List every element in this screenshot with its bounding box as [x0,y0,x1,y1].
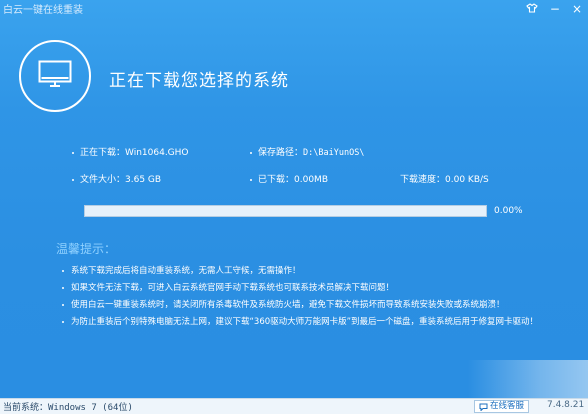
save-path-label: 保存路径： [258,148,304,158]
header: 正在下载您选择的系统 [0,18,588,112]
online-service-label: 在线客服 [490,401,525,411]
bullet-dot [62,320,64,323]
page-title: 正在下载您选择的系统 [109,71,289,91]
title-bar[interactable]: 白云一键在线重装 − × [0,0,588,18]
installer-window: 白云一键在线重装 − × 正在下载您选择的系统 正在下载：Win1064.GHO… [0,0,588,414]
tip-item: 使用白云一键重装系统时，请关闭所有杀毒软件及系统防火墙，避免下载文件损坏而导致系… [62,298,538,315]
monitor-icon-circle [19,40,91,112]
tips-title: 温馨提示： [56,242,117,256]
tip-item: 系统下载完成后将自动重装系统，无需人工守候，无需操作！ [62,264,538,281]
current-file-value: Win1064.GHO [125,148,189,158]
version-text: 7.4.8.21 [547,400,585,410]
current-file-info: 正在下载：Win1064.GHO [72,145,189,158]
bullet-dot [72,151,74,154]
file-size-info: 文件大小：3.65 GB [72,172,161,185]
app-title: 白云一键在线重装 [3,5,83,16]
file-size-label: 文件大小： [80,175,126,185]
status-bar: 当前系统：Windows 7 (64位) 在线客服 7.4.8.21 [0,398,588,414]
close-button[interactable]: × [572,2,582,16]
bullet-dot [62,286,64,289]
tip-text: 为防止重装后个别特殊电脑无法上网，建议下载“360驱动大师万能网卡版”到最后一个… [71,317,539,327]
current-file-label: 正在下载： [80,148,126,158]
save-path-value: D:\BaiYunOS\ [303,148,365,158]
download-progress-bar [84,205,487,217]
monitor-icon [38,60,72,87]
progress-percent: 0.00% [494,206,523,216]
save-path-info: 保存路径：D:\BaiYunOS\ [250,145,364,158]
bullet-dot [62,269,64,272]
bullet-dot [72,178,74,181]
tip-text: 如果文件无法下载，可进入白云系统官网手动下载系统也可联系技术员解决下载问题！ [71,283,395,293]
speed-label: 下载速度： [400,175,446,185]
downloaded-info: 已下载：0.00MB [250,172,328,185]
chat-icon [479,403,488,411]
tips-list: 系统下载完成后将自动重装系统，无需人工守候，无需操作！ 如果文件无法下载，可进入… [62,264,538,332]
bullet-dot [250,151,252,154]
bullet-dot [62,303,64,306]
corner-watermark [468,360,588,398]
file-size-value: 3.65 GB [125,175,162,185]
skin-icon[interactable] [526,2,538,16]
bullet-dot [250,178,252,181]
tip-item: 为防止重装后个别特殊电脑无法上网，建议下载“360驱动大师万能网卡版”到最后一个… [62,315,538,332]
downloaded-label: 已下载： [258,175,295,185]
speed-info: 下载速度：0.00 KB/S [400,172,489,185]
online-service-button[interactable]: 在线客服 [474,400,530,413]
window-controls: − × [526,0,582,18]
tip-item: 如果文件无法下载，可进入白云系统官网手动下载系统也可联系技术员解决下载问题！ [62,281,538,298]
tip-text: 使用白云一键重装系统时，请关闭所有杀毒软件及系统防火墙，避免下载文件损坏而导致系… [71,300,505,310]
downloaded-value: 0.00MB [294,175,328,185]
minimize-button[interactable]: − [550,2,560,16]
tip-text: 系统下载完成后将自动重装系统，无需人工守候，无需操作！ [71,266,301,276]
current-system-text: 当前系统：Windows 7 (64位) [3,403,133,413]
speed-value: 0.00 KB/S [445,175,489,185]
